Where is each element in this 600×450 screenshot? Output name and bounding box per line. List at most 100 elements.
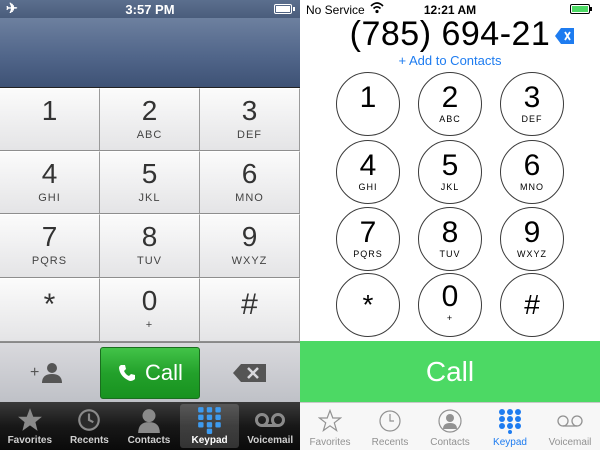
tab-voicemail[interactable]: Voicemail bbox=[240, 402, 300, 450]
add-to-contacts-link[interactable]: + Add to Contacts bbox=[300, 53, 600, 68]
key-digit: * bbox=[362, 289, 374, 320]
key-2[interactable]: 2 ABC bbox=[100, 88, 200, 151]
key-digit: 8 bbox=[141, 221, 158, 252]
key-letters: TUV bbox=[137, 255, 162, 267]
battery-icon bbox=[570, 4, 592, 14]
tab-label: Contacts bbox=[127, 435, 171, 446]
person-icon bbox=[438, 409, 462, 433]
tab-label: Favorites bbox=[309, 437, 351, 448]
key-3[interactable]: 3 DEF bbox=[500, 72, 564, 136]
action-row: + Call bbox=[0, 342, 300, 402]
keypad-icon bbox=[499, 409, 521, 434]
key-hash[interactable]: # bbox=[500, 273, 564, 337]
status-time: 3:57 PM bbox=[125, 2, 175, 17]
star-icon bbox=[17, 408, 42, 431]
key-digit: 6 bbox=[523, 149, 541, 182]
key-letters: JKL bbox=[138, 192, 161, 204]
key-3[interactable]: 3 DEF bbox=[200, 88, 300, 151]
battery-icon bbox=[274, 4, 295, 14]
tab-keypad[interactable]: Keypad bbox=[179, 404, 240, 448]
key-letters: DEF bbox=[521, 114, 543, 124]
key-5[interactable]: 5 JKL bbox=[418, 140, 482, 204]
key-digit: 5 bbox=[441, 149, 459, 182]
delete-button[interactable] bbox=[232, 363, 268, 383]
tab-label: Voicemail bbox=[247, 435, 294, 446]
key-letters: + bbox=[446, 313, 454, 323]
key-1[interactable]: 1 bbox=[0, 88, 100, 151]
key-digit: 2 bbox=[441, 81, 459, 114]
key-star[interactable]: * bbox=[0, 278, 100, 342]
call-button[interactable]: Call bbox=[100, 347, 200, 399]
ios7-phone-keypad: No Service 12:21 AM (785) 694-21 + Add t… bbox=[300, 0, 600, 450]
tab-favorites[interactable]: Favorites bbox=[300, 403, 360, 450]
voicemail-icon bbox=[557, 415, 583, 427]
key-7[interactable]: 7 PQRS bbox=[336, 207, 400, 271]
key-letters: PQRS bbox=[31, 255, 68, 267]
key-digit: 1 bbox=[359, 81, 377, 114]
key-hash[interactable]: # bbox=[200, 278, 300, 342]
key-0[interactable]: 0 + bbox=[418, 273, 482, 337]
key-digit: 1 bbox=[41, 95, 58, 126]
key-digit: 0 bbox=[441, 280, 459, 313]
key-digit: 0 bbox=[141, 285, 158, 316]
tab-keypad[interactable]: Keypad bbox=[480, 403, 540, 450]
tab-contacts[interactable]: Contacts bbox=[119, 402, 179, 450]
key-letters: ABC bbox=[136, 129, 163, 141]
key-digit: 9 bbox=[523, 216, 541, 249]
key-1[interactable]: 1 bbox=[336, 72, 400, 136]
tab-label: Keypad bbox=[191, 435, 228, 446]
ios6-phone-keypad: ✈ 3:57 PM 1 2 ABC 3 DEF 4 GHI 5 JKL 6 MNO 7 PQ… bbox=[0, 0, 300, 450]
tab-favorites[interactable]: Favorites bbox=[0, 402, 60, 450]
status-bar: ✈ 3:57 PM bbox=[0, 0, 300, 18]
person-icon bbox=[138, 409, 160, 433]
key-letters: TUV bbox=[439, 249, 461, 259]
key-6[interactable]: 6 MNO bbox=[200, 151, 300, 214]
key-letters: WXYZ bbox=[517, 249, 547, 259]
voicemail-icon bbox=[255, 413, 286, 427]
key-digit: 7 bbox=[359, 216, 377, 249]
key-digit: 3 bbox=[523, 81, 541, 114]
key-letters: GHI bbox=[358, 182, 378, 192]
key-0[interactable]: 0 + bbox=[100, 278, 200, 342]
call-label: Call bbox=[145, 360, 183, 385]
key-8[interactable]: 8 TUV bbox=[100, 214, 200, 278]
tab-recents[interactable]: Recents bbox=[360, 403, 420, 450]
tab-contacts[interactable]: Contacts bbox=[420, 403, 480, 450]
key-letters: DEF bbox=[237, 129, 262, 141]
key-letters: GHI bbox=[38, 192, 61, 204]
tab-label: Keypad bbox=[493, 437, 527, 448]
tab-label: Voicemail bbox=[548, 437, 592, 448]
key-digit: 9 bbox=[241, 221, 258, 252]
tab-label: Favorites bbox=[7, 435, 53, 446]
key-5[interactable]: 5 JKL bbox=[100, 151, 200, 214]
svg-text:+: + bbox=[30, 364, 39, 381]
key-7[interactable]: 7 PQRS bbox=[0, 214, 100, 278]
tab-voicemail[interactable]: Voicemail bbox=[540, 403, 600, 450]
key-4[interactable]: 4 GHI bbox=[336, 140, 400, 204]
key-9[interactable]: 9 WXYZ bbox=[200, 214, 300, 278]
phone-icon bbox=[119, 365, 136, 381]
key-digit: 7 bbox=[41, 221, 58, 252]
key-digit: 3 bbox=[241, 95, 258, 126]
key-2[interactable]: 2 ABC bbox=[418, 72, 482, 136]
key-9[interactable]: 9 WXYZ bbox=[500, 207, 564, 271]
key-4[interactable]: 4 GHI bbox=[0, 151, 100, 214]
tab-label: Recents bbox=[371, 437, 409, 448]
delete-button[interactable] bbox=[555, 27, 575, 45]
key-8[interactable]: 8 TUV bbox=[418, 207, 482, 271]
key-digit: 4 bbox=[359, 149, 377, 182]
key-letters: MNO bbox=[235, 192, 264, 204]
key-star[interactable]: * bbox=[336, 273, 400, 337]
key-digit: 6 bbox=[241, 158, 258, 189]
key-digit: # bbox=[241, 288, 258, 321]
clock-icon bbox=[379, 410, 401, 432]
add-contact-button[interactable]: + bbox=[30, 361, 70, 385]
key-6[interactable]: 6 MNO bbox=[500, 140, 564, 204]
key-letters: WXYZ bbox=[231, 255, 268, 267]
key-digit: # bbox=[524, 289, 540, 320]
tab-recents[interactable]: Recents bbox=[60, 402, 120, 450]
number-display bbox=[0, 18, 300, 88]
call-button[interactable]: Call bbox=[300, 341, 600, 402]
keypad: 1 2 ABC 3 DEF 4 GHI 5 JKL 6 MNO 7 PQRS 8 TUV 9 W… bbox=[0, 88, 300, 342]
key-letters: ABC bbox=[439, 114, 461, 124]
